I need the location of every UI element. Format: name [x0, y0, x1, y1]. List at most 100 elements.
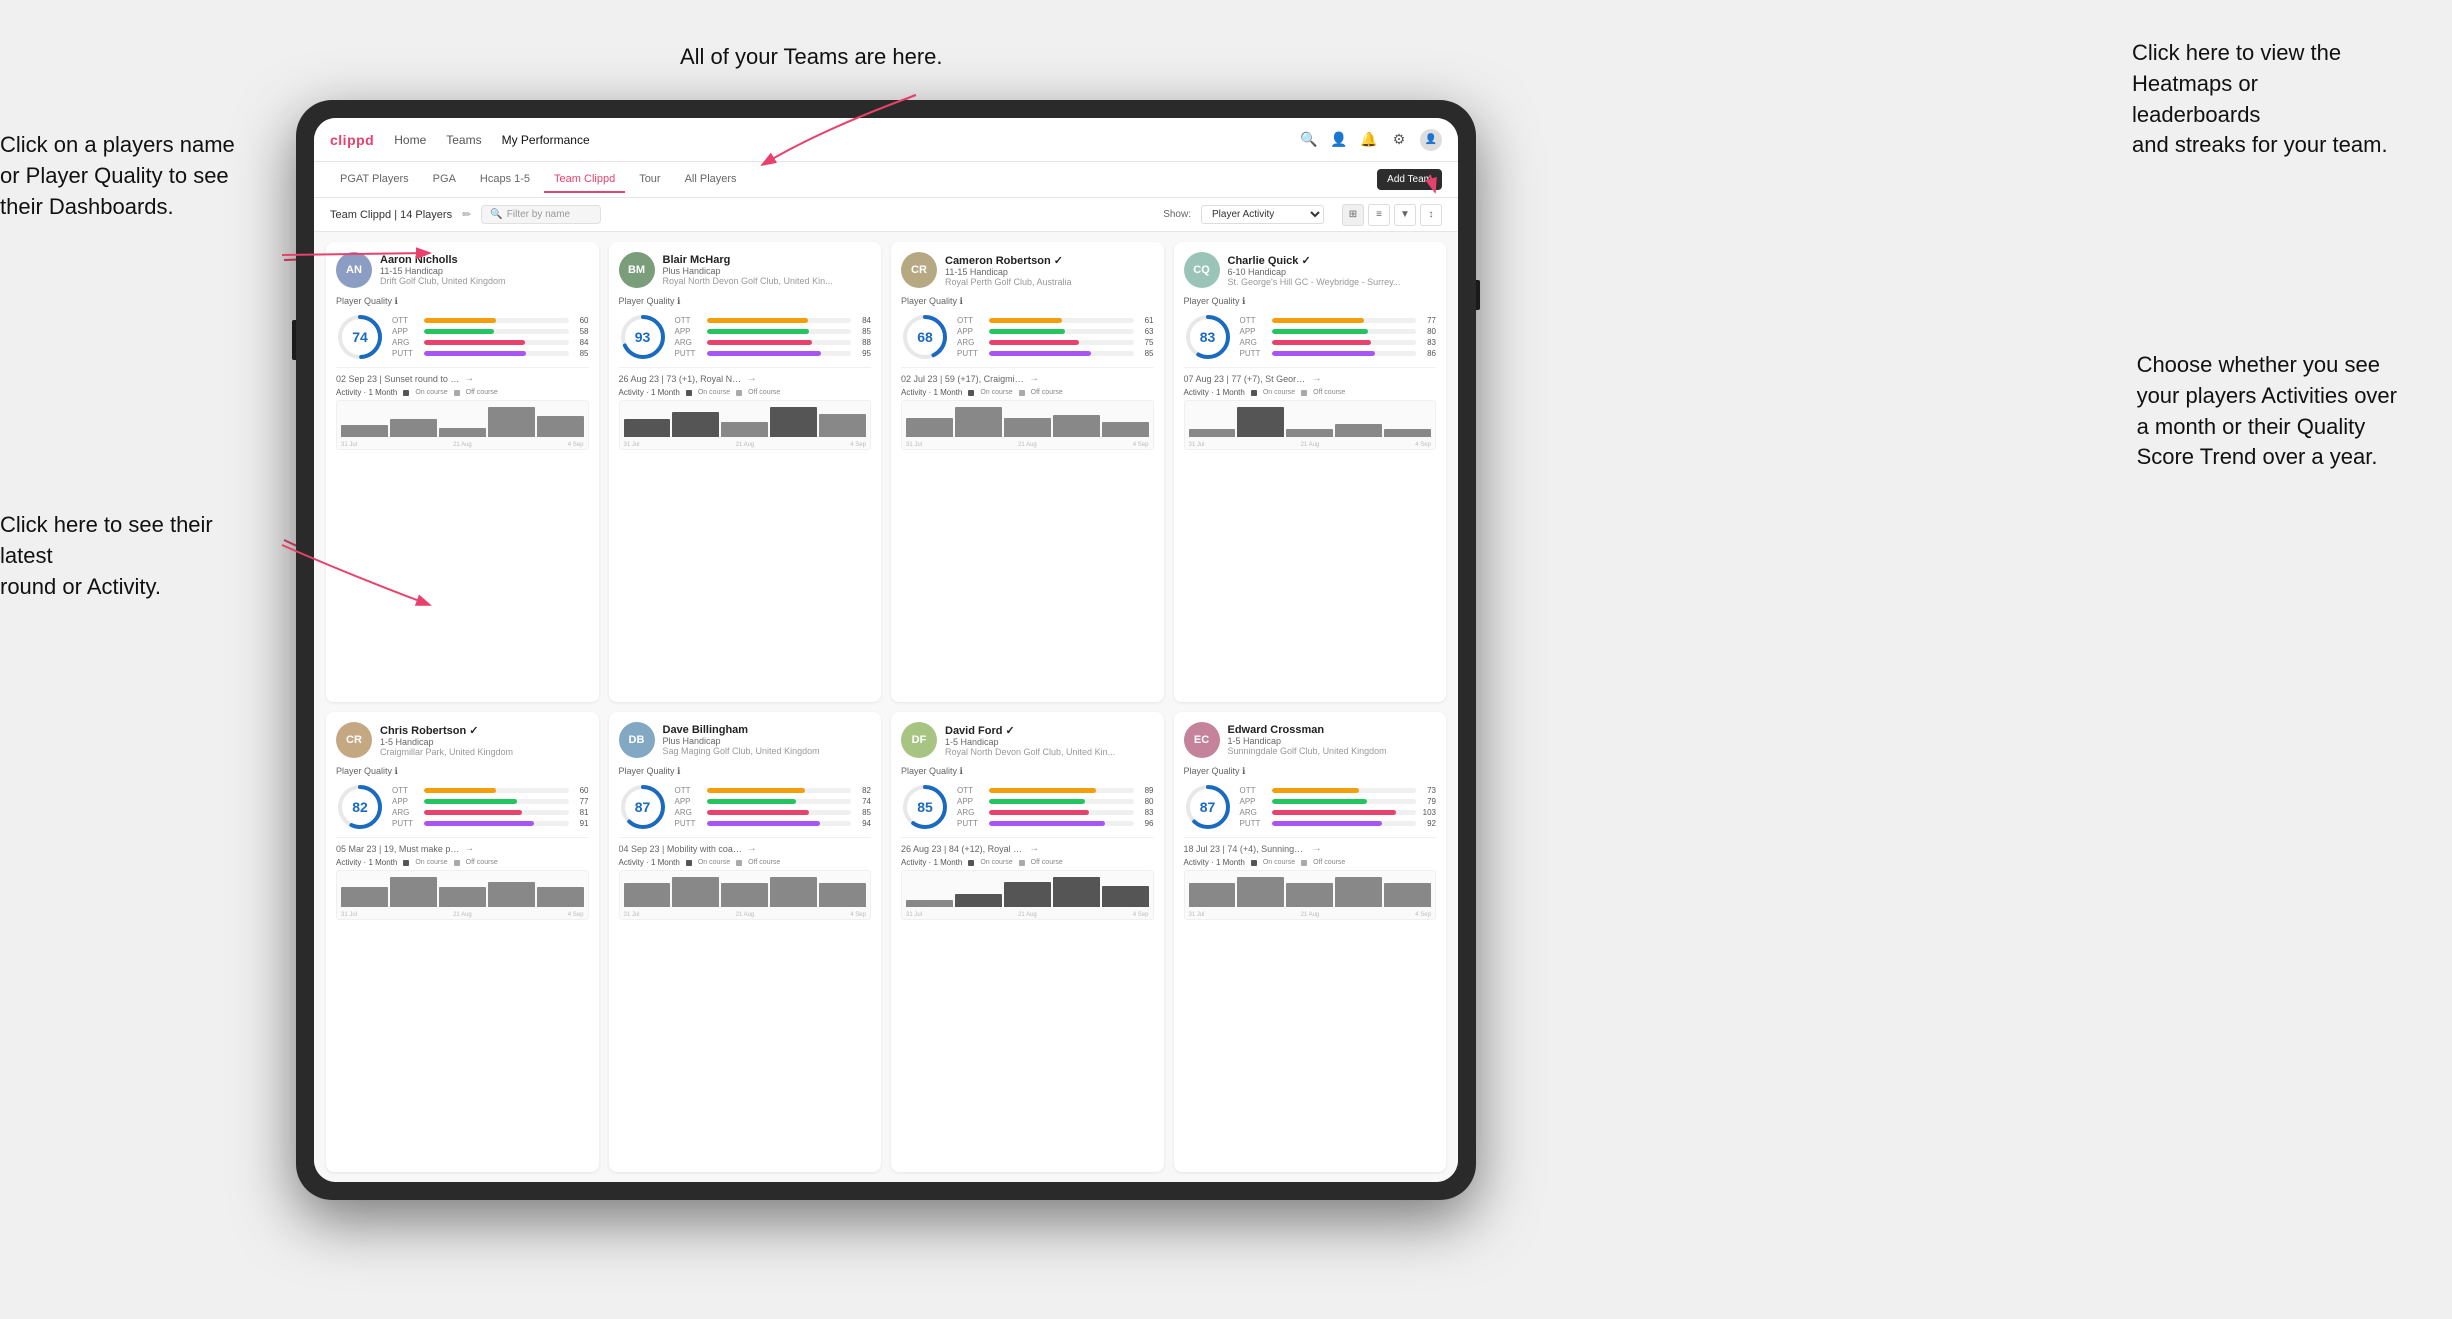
player-name[interactable]: Edward Crossman [1228, 724, 1437, 736]
tab-all-players[interactable]: All Players [675, 167, 747, 193]
card-header: DF David Ford ✓ 1-5 Handicap Royal North… [901, 722, 1154, 758]
sort-icon[interactable]: ↕ [1420, 204, 1442, 226]
latest-round[interactable]: 02 Sep 23 | Sunset round to get back int… [336, 367, 589, 384]
tab-team-clippd[interactable]: Team Clippd [544, 167, 625, 193]
nav-item-teams[interactable]: Teams [446, 133, 481, 147]
stat-label: ARG [392, 338, 420, 347]
latest-round[interactable]: 05 Mar 23 | 19, Must make putting → [336, 837, 589, 854]
latest-round[interactable]: 26 Aug 23 | 73 (+1), Royal North Devon G… [619, 367, 872, 384]
latest-round[interactable]: 07 Aug 23 | 77 (+7), St George's Hill GC… [1184, 367, 1437, 384]
player-card[interactable]: BM Blair McHarg Plus Handicap Royal Nort… [609, 242, 882, 702]
player-name[interactable]: Chris Robertson ✓ [380, 724, 589, 737]
tab-pgat[interactable]: PGAT Players [330, 167, 419, 193]
player-name[interactable]: Dave Billingham [663, 724, 872, 736]
quality-row[interactable]: 87 OTT 82 APP [619, 783, 872, 831]
stat-row: ARG 84 [392, 338, 589, 347]
stat-bar-bg [707, 821, 852, 826]
chart-bar [906, 418, 953, 437]
chart-bar [1335, 424, 1382, 437]
quality-row[interactable]: 87 OTT 73 APP [1184, 783, 1437, 831]
quality-row[interactable]: 82 OTT 60 APP [336, 783, 589, 831]
activity-section: Activity · 1 Month On course Off course [901, 388, 1154, 450]
quality-circle[interactable]: 74 [336, 313, 384, 361]
player-card[interactable]: DF David Ford ✓ 1-5 Handicap Royal North… [891, 712, 1164, 1172]
grid-view-icon[interactable]: ⊞ [1342, 204, 1364, 226]
latest-round[interactable]: 18 Jul 23 | 74 (+4), Sunningdale GC - Ol… [1184, 837, 1437, 854]
person-icon[interactable]: 👤 [1330, 131, 1348, 149]
edit-icon[interactable]: ✏ [462, 208, 471, 221]
player-card[interactable]: CQ Charlie Quick ✓ 6-10 Handicap St. Geo… [1174, 242, 1447, 702]
stat-value: 77 [1420, 316, 1436, 325]
nav-item-home[interactable]: Home [394, 133, 426, 147]
chart-label: 4 Sep [850, 442, 866, 448]
quality-number: 74 [352, 329, 368, 345]
latest-round[interactable]: 02 Jul 23 | 59 (+17), Craigmillar Park G… [901, 367, 1154, 384]
ipad-screen: clippd Home Teams My Performance 🔍 👤 🔔 ⚙… [314, 118, 1458, 1182]
player-club: St. George's Hill GC - Weybridge - Surre… [1228, 277, 1437, 287]
avatar[interactable]: 👤 [1420, 129, 1442, 151]
quality-label: Player Quality ℹ [619, 766, 872, 777]
quality-circle[interactable]: 85 [901, 783, 949, 831]
latest-round[interactable]: 04 Sep 23 | Mobility with coach, Gym → [619, 837, 872, 854]
quality-circle[interactable]: 87 [1184, 783, 1232, 831]
mini-chart: 31 Jul21 Aug4 Sep [901, 400, 1154, 450]
player-name[interactable]: Blair McHarg [663, 254, 872, 266]
show-select[interactable]: Player Activity Quality Score Trend [1201, 205, 1324, 224]
stat-row: APP 63 [957, 327, 1154, 336]
quality-circle[interactable]: 87 [619, 783, 667, 831]
player-name[interactable]: Cameron Robertson ✓ [945, 254, 1154, 267]
stat-value: 103 [1420, 808, 1436, 817]
latest-round-arrow: → [1029, 373, 1153, 384]
quality-label: Player Quality ℹ [336, 296, 589, 307]
add-team-button[interactable]: Add Team [1377, 169, 1442, 190]
player-card[interactable]: AN Aaron Nicholls 11-15 Handicap Drift G… [326, 242, 599, 702]
on-course-label: On course [698, 389, 730, 396]
quality-circle[interactable]: 93 [619, 313, 667, 361]
tab-pga[interactable]: PGA [423, 167, 466, 193]
stat-bar-bg [1272, 799, 1417, 804]
activity-header: Activity · 1 Month On course Off course [619, 858, 872, 867]
latest-round[interactable]: 26 Aug 23 | 84 (+12), Royal North Devon … [901, 837, 1154, 854]
quality-row[interactable]: 93 OTT 84 APP [619, 313, 872, 361]
player-card[interactable]: CR Cameron Robertson ✓ 11-15 Handicap Ro… [891, 242, 1164, 702]
quality-circle[interactable]: 83 [1184, 313, 1232, 361]
quality-circle[interactable]: 82 [336, 783, 384, 831]
stat-row: ARG 88 [675, 338, 872, 347]
search-icon[interactable]: 🔍 [1300, 131, 1318, 149]
player-card[interactable]: EC Edward Crossman 1-5 Handicap Sunningd… [1174, 712, 1447, 1172]
stat-bar [424, 329, 494, 334]
tab-tour[interactable]: Tour [629, 167, 670, 193]
latest-round-arrow: → [464, 843, 588, 854]
quality-row[interactable]: 85 OTT 89 APP [901, 783, 1154, 831]
latest-round-annotation: Click here to see their latestround or A… [0, 510, 260, 602]
quality-row[interactable]: 83 OTT 77 APP [1184, 313, 1437, 361]
quality-row[interactable]: 74 OTT 60 APP [336, 313, 589, 361]
nav-item-performance[interactable]: My Performance [502, 133, 590, 147]
activity-title: Activity · 1 Month [901, 858, 962, 867]
settings-icon[interactable]: ⚙ [1390, 131, 1408, 149]
list-view-icon[interactable]: ≡ [1368, 204, 1390, 226]
tab-hcaps[interactable]: Hcaps 1-5 [470, 167, 540, 193]
off-course-legend [1019, 390, 1025, 396]
bell-icon[interactable]: 🔔 [1360, 131, 1378, 149]
stat-label: ARG [675, 808, 703, 817]
chart-label: 4 Sep [1415, 912, 1431, 918]
player-card[interactable]: DB Dave Billingham Plus Handicap Sag Mag… [609, 712, 882, 1172]
stat-bar-bg [989, 788, 1134, 793]
quality-row[interactable]: 68 OTT 61 APP [901, 313, 1154, 361]
chart-label: 21 Aug [453, 912, 472, 918]
player-name[interactable]: Charlie Quick ✓ [1228, 254, 1437, 267]
quality-circle[interactable]: 68 [901, 313, 949, 361]
off-course-legend [1301, 390, 1307, 396]
search-box[interactable]: 🔍 Filter by name [481, 205, 601, 224]
stat-label: OTT [957, 316, 985, 325]
player-name[interactable]: David Ford ✓ [945, 724, 1154, 737]
stat-bar-bg [989, 340, 1134, 345]
player-name[interactable]: Aaron Nicholls [380, 254, 589, 266]
chart-label: 4 Sep [1133, 442, 1149, 448]
filter-icon[interactable]: ▼ [1394, 204, 1416, 226]
mini-chart: 31 Jul21 Aug4 Sep [1184, 400, 1437, 450]
on-course-label: On course [980, 389, 1012, 396]
player-card[interactable]: CR Chris Robertson ✓ 1-5 Handicap Craigm… [326, 712, 599, 1172]
stat-row: PUTT 92 [1240, 819, 1437, 828]
